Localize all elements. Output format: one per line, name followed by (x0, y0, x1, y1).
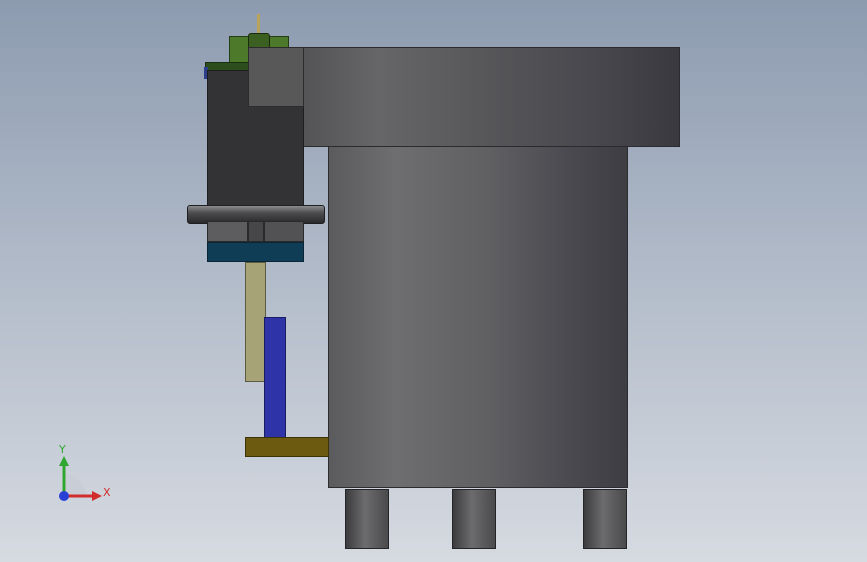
olive-support-post (245, 262, 266, 382)
flange-mount-block (248, 47, 304, 107)
motor-lower-left-block (207, 221, 248, 242)
motor-base-plate (207, 242, 304, 262)
tank-leg-right (583, 489, 627, 549)
motor-lower-center-block (248, 221, 264, 242)
blue-support-post (264, 317, 286, 439)
tank-flange (278, 47, 680, 147)
model-viewport[interactable]: Y X (0, 0, 867, 562)
tank-leg-left (345, 489, 389, 549)
coordinate-triad[interactable]: Y X (50, 440, 120, 510)
tank-body (328, 146, 628, 488)
bottom-bracket-plate (245, 437, 329, 457)
triad-x-label: X (103, 486, 111, 499)
motor-lower-right-block (264, 221, 304, 242)
tank-leg-middle (452, 489, 496, 549)
triad-y-label: Y (59, 443, 66, 456)
